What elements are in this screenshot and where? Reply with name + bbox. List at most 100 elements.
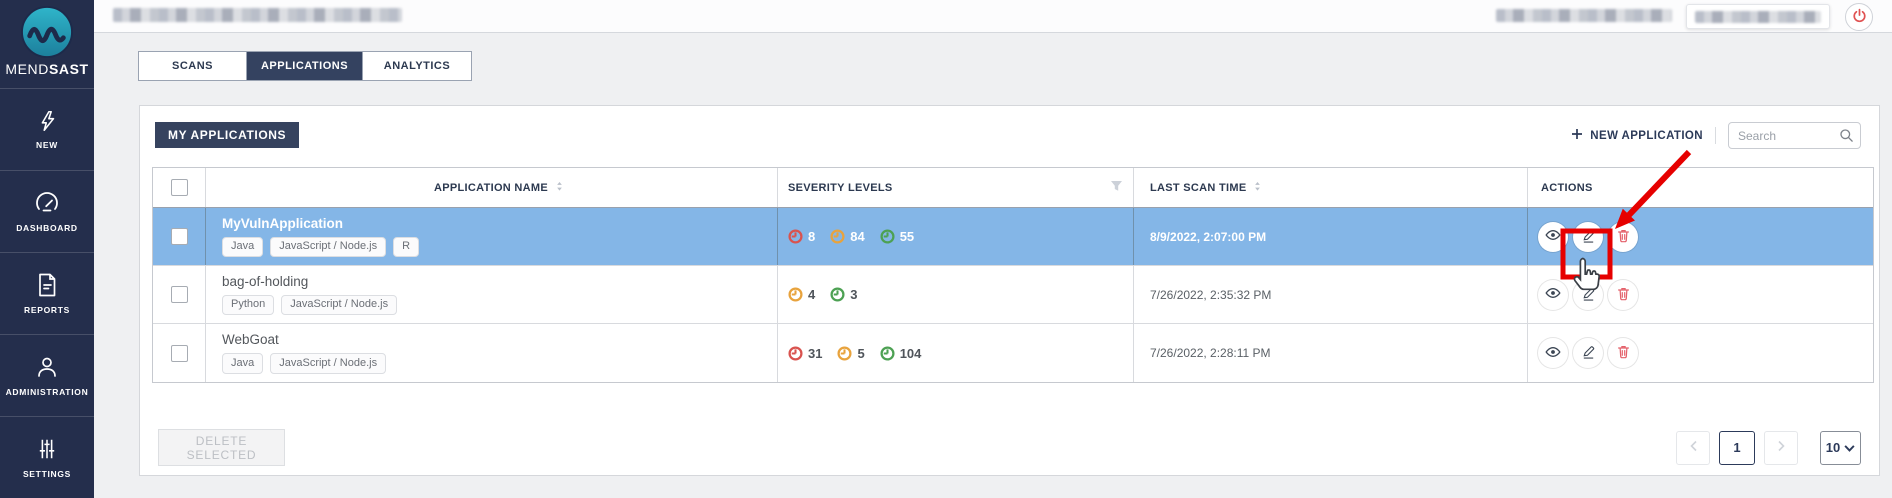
edit-button[interactable]: [1573, 222, 1603, 252]
application-cell: bag-of-holding Python JavaScript / Node.…: [206, 266, 778, 323]
row-checkbox[interactable]: [171, 286, 188, 303]
table-row: MyVulnApplication Java JavaScript / Node…: [153, 208, 1873, 266]
severity-low: 104: [880, 346, 922, 361]
table-footer: DELETE SELECTED 1 10: [158, 429, 1861, 466]
sidebar-item-dashboard[interactable]: DASHBOARD: [0, 170, 94, 252]
edit-button[interactable]: [1573, 338, 1603, 368]
severity-low: 55: [880, 229, 914, 244]
sliders-icon: [35, 436, 59, 462]
prev-page-button[interactable]: [1676, 431, 1710, 465]
delete-button[interactable]: [1608, 338, 1638, 368]
applications-panel: MY APPLICATIONS NEW APPLICATION: [139, 105, 1880, 476]
pagination: 1 10: [1676, 431, 1861, 465]
table-row: bag-of-holding Python JavaScript / Node.…: [153, 266, 1873, 324]
severity-high: 8: [788, 229, 815, 244]
clock-icon: [880, 229, 895, 244]
sidebar-item-label: NEW: [36, 140, 58, 150]
report-icon: [35, 272, 59, 298]
main-area: SCANS APPLICATIONS ANALYTICS MY APPLICAT…: [94, 0, 1892, 498]
row-check-cell: [153, 208, 206, 265]
sidebar-item-label: ADMINISTRATION: [6, 387, 89, 397]
application-cell: MyVulnApplication Java JavaScript / Node…: [206, 208, 778, 265]
tab-scans[interactable]: SCANS: [139, 52, 247, 80]
clock-icon: [880, 346, 895, 361]
search-box: [1728, 122, 1861, 149]
view-button[interactable]: [1538, 338, 1568, 368]
language-tag: Java: [222, 237, 263, 257]
last-scan-cell: 8/9/2022, 2:07:00 PM: [1134, 208, 1528, 265]
last-scan-cell: 7/26/2022, 2:28:11 PM: [1134, 324, 1528, 382]
severity-cell: 8 84 55: [778, 208, 1134, 265]
sidebar-item-reports[interactable]: REPORTS: [0, 252, 94, 334]
eye-icon: [1545, 227, 1561, 246]
new-application-button[interactable]: NEW APPLICATION: [1571, 128, 1703, 143]
tab-applications[interactable]: APPLICATIONS: [247, 52, 363, 80]
language-tag: Java: [222, 353, 263, 373]
severity-medium: 5: [837, 346, 864, 361]
panel-header: MY APPLICATIONS NEW APPLICATION: [140, 106, 1879, 149]
row-check-cell: [153, 266, 206, 323]
delete-selected-button[interactable]: DELETE SELECTED: [158, 429, 285, 466]
application-name[interactable]: WebGoat: [222, 332, 279, 347]
page-size-select[interactable]: 10: [1820, 431, 1861, 465]
clock-icon: [837, 346, 852, 361]
pencil-icon: [1581, 286, 1596, 304]
delete-button[interactable]: [1608, 222, 1638, 252]
sidebar-item-new[interactable]: NEW: [0, 88, 94, 170]
logout-button[interactable]: [1845, 3, 1873, 31]
redacted-user-info: [1496, 9, 1672, 22]
search-icon[interactable]: [1839, 128, 1854, 148]
view-button[interactable]: [1538, 222, 1568, 252]
chevron-left-icon: [1689, 439, 1698, 457]
language-tag: JavaScript / Node.js: [281, 295, 397, 315]
panel-header-actions: NEW APPLICATION: [1571, 122, 1861, 149]
row-checkbox[interactable]: [171, 345, 188, 362]
chevron-down-icon: [1844, 440, 1855, 455]
mend-logo-icon: [21, 6, 73, 58]
sort-icon[interactable]: [1252, 180, 1263, 196]
edit-button[interactable]: [1573, 280, 1603, 310]
lightning-icon: [35, 109, 59, 133]
delete-button[interactable]: [1608, 280, 1638, 310]
severity-cell: 4 3: [778, 266, 1134, 323]
application-name[interactable]: MyVulnApplication: [222, 216, 343, 231]
table-header-row: APPLICATION NAME SEVERITY LEVELS: [153, 168, 1873, 208]
chevron-right-icon: [1777, 439, 1786, 457]
tag-row: Python JavaScript / Node.js: [222, 295, 397, 315]
next-page-button[interactable]: [1764, 431, 1798, 465]
redacted-org-selector[interactable]: [1686, 4, 1830, 29]
redacted-org-text: [1695, 11, 1821, 23]
table-row: WebGoat Java JavaScript / Node.js 31: [153, 324, 1873, 382]
actions-cell: [1528, 208, 1873, 265]
severity-cell: 31 5 104: [778, 324, 1134, 382]
view-button[interactable]: [1538, 280, 1568, 310]
tab-analytics[interactable]: ANALYTICS: [363, 52, 471, 80]
topbar: [94, 0, 1892, 33]
filter-icon[interactable]: [1110, 180, 1123, 195]
clock-icon: [830, 287, 845, 302]
row-checkbox[interactable]: [171, 228, 188, 245]
select-all-checkbox[interactable]: [171, 179, 188, 196]
severity-medium: 4: [788, 287, 815, 302]
brand-name: MENDSAST: [5, 61, 88, 77]
plus-icon: [1571, 128, 1583, 143]
sidebar-item-label: SETTINGS: [23, 469, 71, 479]
sort-icon[interactable]: [554, 180, 565, 196]
redacted-breadcrumb: [113, 8, 402, 22]
header-last-scan-time: LAST SCAN TIME: [1134, 168, 1528, 207]
sidebar-item-label: DASHBOARD: [16, 223, 78, 233]
sidebar-item-administration[interactable]: ADMINISTRATION: [0, 334, 94, 416]
eye-icon: [1545, 344, 1561, 363]
sidebar: MENDSAST NEW DASHBOARD REPORTS ADMINISTR…: [0, 0, 94, 498]
severity-medium: 84: [830, 229, 864, 244]
header-divider: [1715, 127, 1716, 144]
brand[interactable]: MENDSAST: [0, 0, 94, 88]
sidebar-item-settings[interactable]: SETTINGS: [0, 416, 94, 498]
severity-low: 3: [830, 287, 857, 302]
current-page[interactable]: 1: [1719, 431, 1755, 465]
application-name[interactable]: bag-of-holding: [222, 274, 308, 289]
pencil-icon: [1581, 228, 1596, 246]
main-tabs: SCANS APPLICATIONS ANALYTICS: [138, 51, 472, 81]
language-tag: JavaScript / Node.js: [270, 237, 386, 257]
panel-title-badge: MY APPLICATIONS: [155, 122, 299, 148]
